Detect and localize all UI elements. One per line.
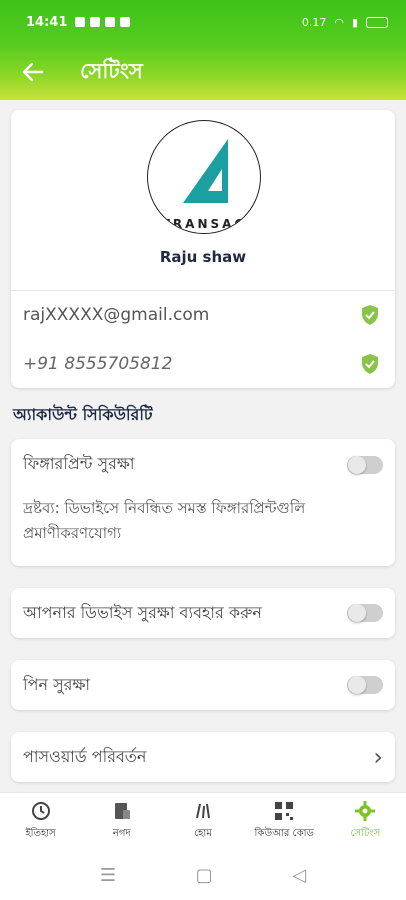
nav-label: নগদ [112, 828, 131, 839]
status-right: 0.17 ◠ ▮ [302, 16, 388, 29]
nav-settings[interactable]: সেটিংস [325, 793, 406, 850]
nav-label: কিউআর কোড [254, 828, 314, 839]
email-value: rajXXXXX@gmail.com [23, 305, 210, 325]
wifi-icon: ◠ [334, 15, 344, 29]
chevron-right-icon: › [373, 743, 383, 771]
logo-text: TRANSAC [161, 217, 247, 231]
cash-icon [114, 803, 130, 819]
app-bar: সেটিংস [0, 44, 406, 100]
phone-row: +91 8555705812 [23, 349, 381, 379]
page-title: সেটিংস [80, 58, 143, 83]
change-password-row[interactable]: পাসওয়ার্ড পরিবর্তন › [11, 732, 395, 782]
fingerprint-row: ফিঙ্গারপ্রিন্ট সুরক্ষা [23, 451, 383, 478]
nav-label: ইতিহাস [25, 828, 56, 839]
nav-qr-code[interactable]: কিউআর কোড [244, 793, 325, 850]
network-speed: 0.17 [301, 15, 327, 29]
section-title-account-security: অ্যাকাউন্ট সিকিউরিটি [13, 405, 153, 424]
verified-shield-icon [362, 305, 378, 325]
verified-shield-icon [362, 354, 378, 374]
whatsapp-icon [75, 17, 86, 27]
nav-label: সেটিংস [350, 828, 381, 839]
device-security-label: আপনার ডিভাইস সুরক্ষা ব্যবহার করুন [23, 602, 262, 622]
telegram-icon [105, 17, 116, 27]
profile-card: TRANSAC Raju shaw rajXXXXX@gmail.com +91… [11, 110, 395, 388]
pin-security-row: পিন সুরক্ষা [11, 660, 395, 710]
bottom-navigation: ইতিহাস নগদ হোম কিউআর কোড সেটিংস [0, 792, 406, 850]
fingerprint-toggle[interactable] [347, 455, 383, 474]
signal-icon: ▮ [351, 15, 358, 29]
status-bar: 14:41 0.17 ◠ ▮ [0, 0, 406, 44]
phone-value: +91 8555705812 [23, 354, 173, 374]
gallery-icon [120, 17, 131, 27]
status-time: 14:41 [26, 14, 68, 30]
history-icon [31, 802, 50, 820]
nav-home[interactable]: হোম [162, 793, 243, 850]
message-icon [90, 17, 101, 27]
change-password-label: পাসওয়ার্ড পরিবর্তন [23, 746, 147, 766]
company-logo: TRANSAC [147, 120, 261, 234]
fingerprint-card: ফিঙ্গারপ্রিন্ট সুরক্ষা দ্রষ্টব্য: ডিভাইস… [11, 439, 395, 566]
email-row: rajXXXXX@gmail.com [23, 300, 381, 330]
notification-icons [75, 17, 131, 27]
qr-code-icon [275, 802, 294, 820]
device-security-toggle[interactable] [347, 604, 383, 622]
home-button-icon[interactable]: ▢ [196, 865, 213, 886]
back-arrow-icon[interactable] [0, 44, 66, 100]
nav-cash[interactable]: নগদ [81, 793, 162, 850]
system-navigation: ☰ ▢ ◁ [0, 850, 406, 900]
settings-gear-icon [355, 801, 376, 821]
pin-security-label: পিন সুরক্ষা [23, 674, 91, 694]
device-security-row: আপনার ডিভাইস সুরক্ষা ব্যবহার করুন [11, 588, 395, 638]
settings-content[interactable]: TRANSAC Raju shaw rajXXXXX@gmail.com +91… [0, 100, 406, 792]
pin-security-toggle[interactable] [347, 676, 383, 694]
nav-label: হোম [194, 828, 212, 839]
battery-icon [366, 16, 388, 28]
divider [11, 290, 395, 291]
nav-history[interactable]: ইতিহাস [0, 793, 81, 850]
fingerprint-label: ফিঙ্গারপ্রিন্ট সুরক্ষা [23, 454, 135, 473]
home-icon [196, 803, 210, 819]
fingerprint-note: দ্রষ্টব্য: ডিভাইসে নিবন্ধিত সমস্ত ফিঙ্গা… [23, 499, 306, 542]
recent-apps-icon[interactable]: ☰ [100, 865, 116, 886]
back-triangle-icon[interactable]: ◁ [292, 865, 306, 886]
user-name: Raju shaw [159, 248, 247, 266]
